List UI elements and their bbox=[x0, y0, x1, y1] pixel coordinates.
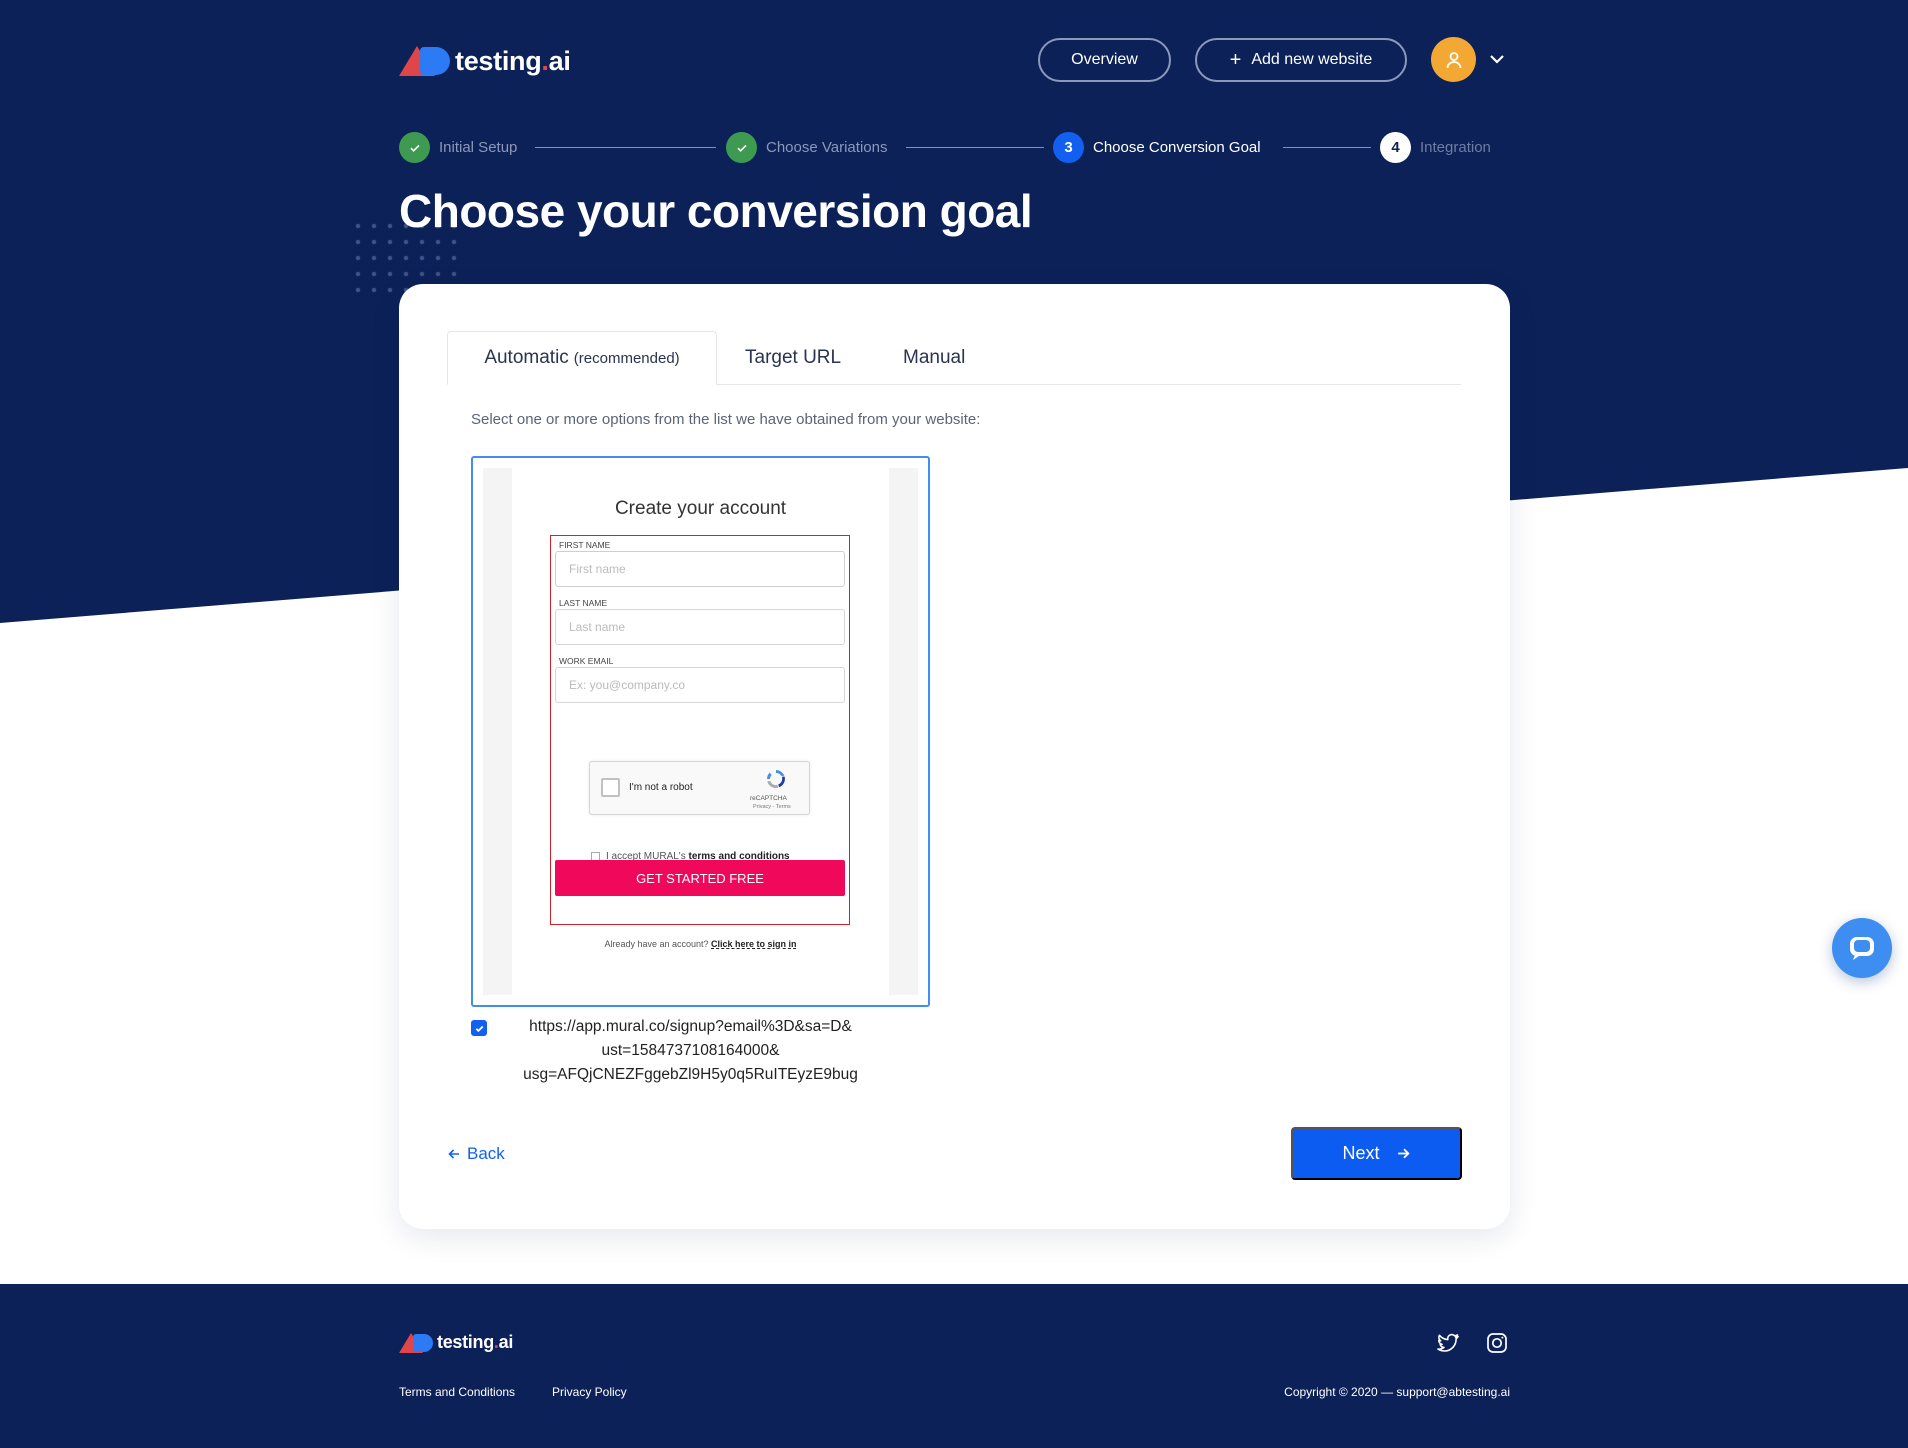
back-label: Back bbox=[467, 1144, 505, 1163]
plus-icon: + bbox=[1229, 49, 1242, 71]
step-initial-setup: Initial Setup bbox=[399, 132, 517, 163]
url-line: ust=1584737108164000& bbox=[601, 1042, 780, 1059]
footer-logo[interactable]: testing.ai bbox=[399, 1332, 513, 1353]
page-title: Choose your conversion goal bbox=[399, 185, 1033, 237]
step-choose-variations: Choose Variations bbox=[726, 132, 887, 163]
goal-option-url: https://app.mural.co/signup?email%3D&sa=… bbox=[504, 1015, 877, 1087]
goal-option-checkbox[interactable] bbox=[471, 1020, 487, 1036]
logo-mark-icon bbox=[399, 46, 453, 76]
preview-page: Create your account FIRST NAME First nam… bbox=[512, 468, 889, 995]
first-name-label: FIRST NAME bbox=[559, 540, 611, 550]
get-started-button-preview: GET STARTED FREE bbox=[555, 860, 845, 896]
url-line: usg=AFQjCNEZFggebZl9H5y0q5RuITEyzE9bug bbox=[523, 1066, 858, 1083]
arrow-left-icon bbox=[448, 1149, 459, 1159]
step-connector bbox=[1283, 147, 1371, 148]
instagram-icon[interactable] bbox=[1485, 1331, 1509, 1355]
step-label: Integration bbox=[1420, 139, 1491, 156]
terms-link[interactable]: Terms and Conditions bbox=[399, 1385, 515, 1399]
next-button[interactable]: Next bbox=[1291, 1127, 1462, 1180]
copyright-text: Copyright © 2020 — support@abtesting.ai bbox=[1284, 1385, 1510, 1399]
signin-link: Click here to sign in bbox=[711, 939, 797, 949]
user-icon bbox=[1446, 51, 1461, 68]
chevron-down-icon[interactable] bbox=[1488, 50, 1506, 68]
preview-title: Create your account bbox=[614, 498, 787, 519]
chat-button[interactable] bbox=[1832, 918, 1892, 978]
goal-option-preview[interactable]: Create your account FIRST NAME First nam… bbox=[471, 456, 930, 1007]
goal-tabs: Automatic (recommended) Target URL Manua… bbox=[447, 331, 1461, 385]
work-email-field: Ex: you@company.co bbox=[555, 667, 845, 703]
tab-automatic-label: Automatic bbox=[484, 347, 569, 368]
back-button[interactable]: Back bbox=[447, 1144, 505, 1164]
tab-manual[interactable]: Manual bbox=[903, 331, 965, 385]
goal-card: Automatic (recommended) Target URL Manua… bbox=[399, 284, 1510, 1229]
privacy-link[interactable]: Privacy Policy bbox=[552, 1385, 627, 1399]
last-name-label: LAST NAME bbox=[559, 598, 608, 608]
footer-logo-text: testing.ai bbox=[437, 1332, 514, 1352]
recaptcha-widget: I'm not a robot reCAPTCHA Privacy - Term… bbox=[589, 761, 810, 815]
instructions-text: Select one or more options from the list… bbox=[471, 411, 981, 428]
first-name-field: First name bbox=[555, 551, 845, 587]
logo[interactable]: testing.ai bbox=[399, 44, 571, 78]
captcha-brand: reCAPTCHA bbox=[750, 795, 787, 802]
step-number: 4 bbox=[1380, 132, 1411, 163]
url-line: https://app.mural.co/signup?email%3D&sa=… bbox=[529, 1018, 852, 1035]
step-choose-conversion-goal: 3 Choose Conversion Goal bbox=[1053, 132, 1261, 163]
captcha-links: Privacy - Terms bbox=[753, 804, 791, 810]
arrow-right-icon bbox=[1397, 1148, 1410, 1159]
tab-automatic-hint: (recommended) bbox=[573, 349, 680, 367]
recaptcha-icon bbox=[767, 770, 785, 789]
avatar[interactable] bbox=[1431, 37, 1476, 82]
tab-automatic[interactable]: Automatic (recommended) bbox=[447, 331, 717, 385]
step-connector bbox=[906, 147, 1044, 148]
check-icon bbox=[475, 1025, 483, 1032]
check-icon bbox=[726, 132, 757, 163]
footer: testing.ai Terms and Conditions Privacy … bbox=[0, 1284, 1908, 1448]
add-new-website-button[interactable]: + Add new website bbox=[1195, 38, 1407, 82]
chat-icon bbox=[1850, 937, 1874, 960]
logo-mark-icon bbox=[399, 1332, 435, 1353]
captcha-checkbox bbox=[601, 778, 620, 797]
overview-button[interactable]: Overview bbox=[1038, 38, 1171, 82]
logo-text: testing.ai bbox=[455, 45, 571, 76]
step-connector bbox=[535, 147, 716, 148]
step-label: Choose Variations bbox=[766, 139, 888, 156]
step-number: 3 bbox=[1053, 132, 1084, 163]
add-new-website-label: Add new website bbox=[1251, 51, 1373, 68]
next-label: Next bbox=[1342, 1143, 1380, 1163]
work-email-label: WORK EMAIL bbox=[559, 656, 614, 666]
twitter-icon[interactable] bbox=[1436, 1331, 1460, 1355]
step-label: Choose Conversion Goal bbox=[1093, 139, 1261, 156]
signin-text: Already have an account? Click here to s… bbox=[512, 939, 889, 949]
captcha-text: I'm not a robot bbox=[629, 782, 693, 793]
step-label: Initial Setup bbox=[439, 139, 518, 156]
signin-prefix: Already have an account? bbox=[604, 939, 709, 949]
check-icon bbox=[399, 132, 430, 163]
highlighted-form: FIRST NAME First name LAST NAME Last nam… bbox=[550, 535, 850, 925]
last-name-field: Last name bbox=[555, 609, 845, 645]
step-integration: 4 Integration bbox=[1380, 132, 1491, 163]
tab-target-url[interactable]: Target URL bbox=[745, 331, 841, 385]
